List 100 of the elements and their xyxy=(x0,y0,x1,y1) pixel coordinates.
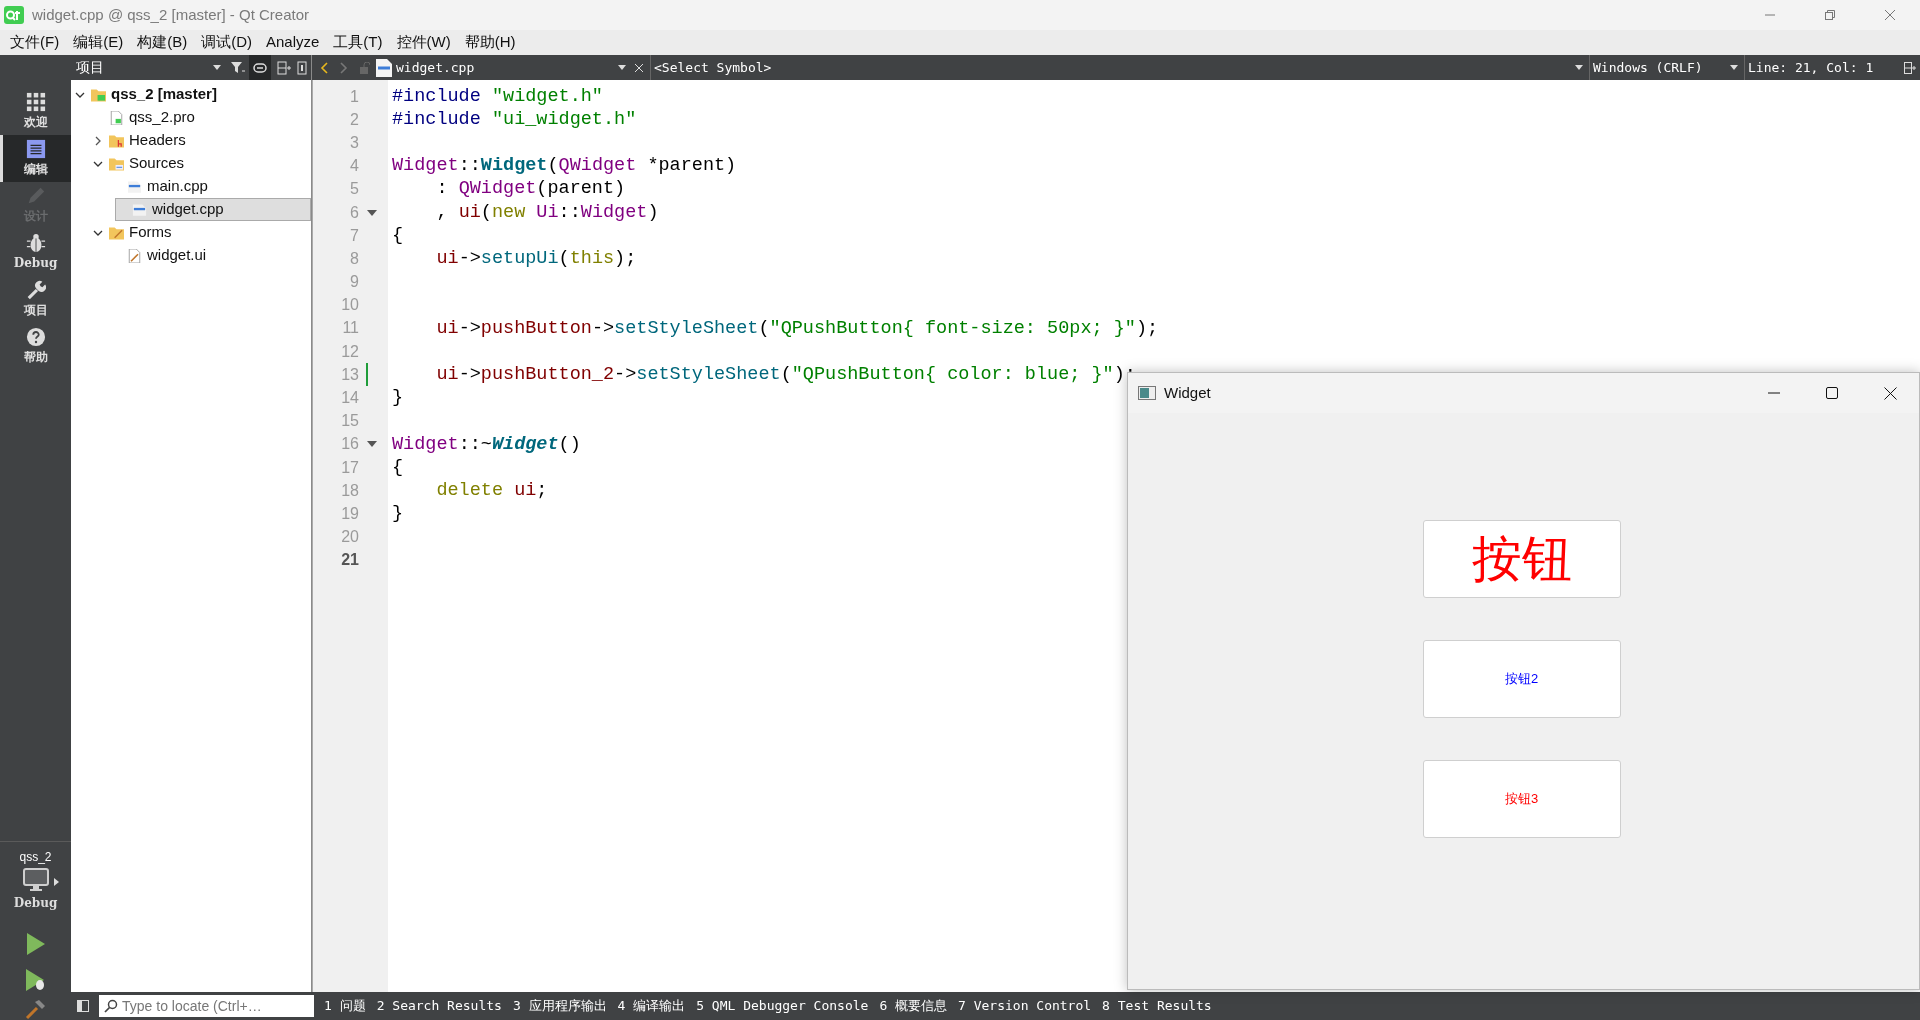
menu-item[interactable]: 控件(W) xyxy=(390,31,457,54)
folder-icon xyxy=(109,225,124,240)
tree-item[interactable]: widget.cpp xyxy=(115,198,311,221)
tree-item[interactable]: qss_2.pro xyxy=(71,106,311,129)
line-number: 1 xyxy=(349,86,359,107)
tree-item[interactable]: Forms xyxy=(71,221,311,244)
line-number: 15 xyxy=(340,411,359,432)
tree-item[interactable]: qss_2 [master] xyxy=(71,83,311,106)
code-line: { xyxy=(392,223,404,248)
menu-item[interactable]: 构建(B) xyxy=(131,31,194,54)
fold-arrow-icon[interactable] xyxy=(367,441,377,448)
tree-item[interactable]: Headers xyxy=(71,129,311,152)
line-number: 6 xyxy=(349,202,359,223)
push-button[interactable]: 按钮3 xyxy=(1422,760,1621,838)
mode-button[interactable]: 编辑 xyxy=(0,135,71,182)
output-pane-tab[interactable]: 5 QML Debugger Console xyxy=(696,996,869,1016)
code-line: Widget::Widget(QWidget *parent) xyxy=(392,154,737,179)
menu-item[interactable]: 帮助(H) xyxy=(458,31,522,54)
line-number: 12 xyxy=(340,341,359,362)
menu-item[interactable]: 工具(T) xyxy=(327,31,389,54)
filter-icon[interactable] xyxy=(231,60,245,75)
window-app-icon xyxy=(1138,386,1156,400)
dropdown-arrow-icon xyxy=(1730,65,1738,70)
project-name: qss_2 xyxy=(19,849,52,866)
sidebar-toggle-icon[interactable] xyxy=(77,1000,89,1012)
tree-item[interactable]: widget.ui xyxy=(71,244,311,267)
expand-arrow-icon xyxy=(53,878,59,886)
grid-icon xyxy=(25,92,46,112)
output-pane-tab[interactable]: 7 Version Control xyxy=(958,996,1092,1016)
line-number: 18 xyxy=(340,480,359,501)
dropdown-arrow-icon xyxy=(618,65,626,70)
build-config-label: Debug xyxy=(13,895,58,912)
run-icon[interactable] xyxy=(25,932,46,956)
line-number: 9 xyxy=(349,272,359,293)
cpp-file-icon xyxy=(127,179,142,194)
split-icon[interactable] xyxy=(277,60,291,75)
code-line: ui->pushButton->setStyleSheet("QPushButton{ font-size: 50px; }"); xyxy=(435,316,1159,341)
line-number: 10 xyxy=(340,295,359,316)
maximize-icon xyxy=(1826,387,1838,399)
document-icon xyxy=(25,139,46,159)
tree-item[interactable]: Sources xyxy=(71,152,311,175)
bug-icon xyxy=(25,233,46,253)
line-number: 20 xyxy=(340,527,359,548)
tree-item[interactable]: main.cpp xyxy=(71,175,311,198)
line-number: 16 xyxy=(340,434,359,455)
wrench-icon xyxy=(25,280,46,300)
split-editor-icon[interactable] xyxy=(1904,61,1916,74)
mode-button[interactable]: Debug xyxy=(0,229,71,276)
cpp-file-icon xyxy=(132,202,147,217)
line-number: 2 xyxy=(349,109,359,130)
folder-icon xyxy=(109,133,124,148)
mode-button[interactable]: 欢迎 xyxy=(0,88,71,135)
project-folder-icon xyxy=(91,87,106,102)
menu-item[interactable]: Analyze xyxy=(260,31,326,54)
line-number: 8 xyxy=(349,248,359,269)
code-line: delete ui; xyxy=(435,478,548,503)
close-pane-icon[interactable] xyxy=(297,60,307,75)
fold-arrow-icon[interactable] xyxy=(367,209,377,216)
close-icon xyxy=(1883,386,1897,400)
output-pane-tab[interactable]: 2 Search Results xyxy=(376,996,502,1016)
code-line: ui->setupUi(this); xyxy=(435,247,637,272)
line-number: 7 xyxy=(349,225,359,246)
folder-icon xyxy=(109,156,124,171)
sync-button[interactable] xyxy=(249,55,271,80)
push-button[interactable]: 按钮2 xyxy=(1422,640,1621,718)
symbol-selector[interactable]: <Select Symbol> xyxy=(651,57,1589,78)
file-selector[interactable]: widget.cpp xyxy=(396,57,626,78)
output-pane-tab[interactable]: 6 概要信息 xyxy=(879,996,948,1016)
link-icon xyxy=(253,62,267,73)
output-pane-tab[interactable]: 4 编译输出 xyxy=(617,996,686,1016)
restore-icon xyxy=(1824,9,1836,21)
line-number: 21 xyxy=(340,550,359,571)
mode-button[interactable]: 帮助 xyxy=(0,323,71,370)
output-pane-tab[interactable]: 1 问题 xyxy=(324,996,366,1016)
line-number: 19 xyxy=(340,503,359,524)
close-icon[interactable] xyxy=(634,62,644,73)
push-button[interactable]: 按钮 xyxy=(1422,520,1621,598)
menu-item[interactable]: 文件(F) xyxy=(4,31,66,54)
code-line: { xyxy=(392,455,404,480)
search-icon xyxy=(104,999,118,1013)
monitor-icon xyxy=(22,868,49,892)
window-title: Widget xyxy=(1164,382,1211,403)
hammer-icon[interactable] xyxy=(24,998,47,1020)
help-icon xyxy=(25,327,46,347)
line-number: 13 xyxy=(340,364,359,385)
window-title: widget.cpp @ qss_2 [master] - Qt Creator xyxy=(32,4,309,25)
line-number: 4 xyxy=(349,156,359,177)
close-icon xyxy=(1884,9,1896,21)
code-line: Widget::~Widget() xyxy=(392,432,581,457)
line-number: 14 xyxy=(340,388,359,409)
app-logo-icon xyxy=(4,6,24,24)
mode-button[interactable]: 项目 xyxy=(0,276,71,323)
locate-field[interactable]: Type to locate (Ctrl+… xyxy=(99,995,314,1017)
menu-item[interactable]: 调试(D) xyxy=(195,31,258,54)
output-pane-tab[interactable]: 8 Test Results xyxy=(1102,996,1212,1016)
line-number: 5 xyxy=(349,179,359,200)
menu-item[interactable]: 编辑(E) xyxy=(67,31,130,54)
output-pane-tab[interactable]: 3 应用程序输出 xyxy=(512,996,607,1016)
debug-run-icon[interactable] xyxy=(24,968,47,992)
code-line: #include "widget.h" xyxy=(392,84,603,109)
